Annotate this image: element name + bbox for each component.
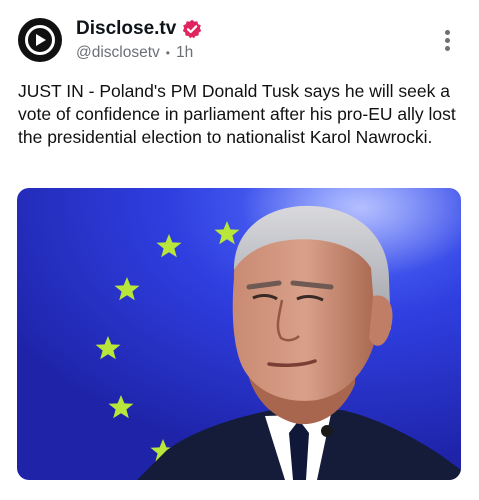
post-image[interactable] — [17, 188, 461, 480]
verified-badge-icon — [182, 19, 202, 39]
more-vertical-icon[interactable] — [443, 30, 451, 54]
avatar[interactable] — [18, 18, 62, 62]
account-display-name[interactable]: Disclose.tv — [76, 18, 176, 40]
play-logo-icon — [25, 25, 55, 55]
account-handle[interactable]: @disclosetv — [76, 44, 160, 62]
post-timestamp[interactable]: 1h — [176, 44, 193, 62]
account-meta: @disclosetv • 1h — [76, 44, 193, 62]
post-text: JUST IN - Poland's PM Donald Tusk says h… — [18, 81, 456, 147]
account-name-row: Disclose.tv — [76, 18, 202, 40]
post-card: Disclose.tv @disclosetv • 1h JUST IN - P… — [0, 0, 479, 500]
meta-separator: • — [165, 46, 170, 60]
